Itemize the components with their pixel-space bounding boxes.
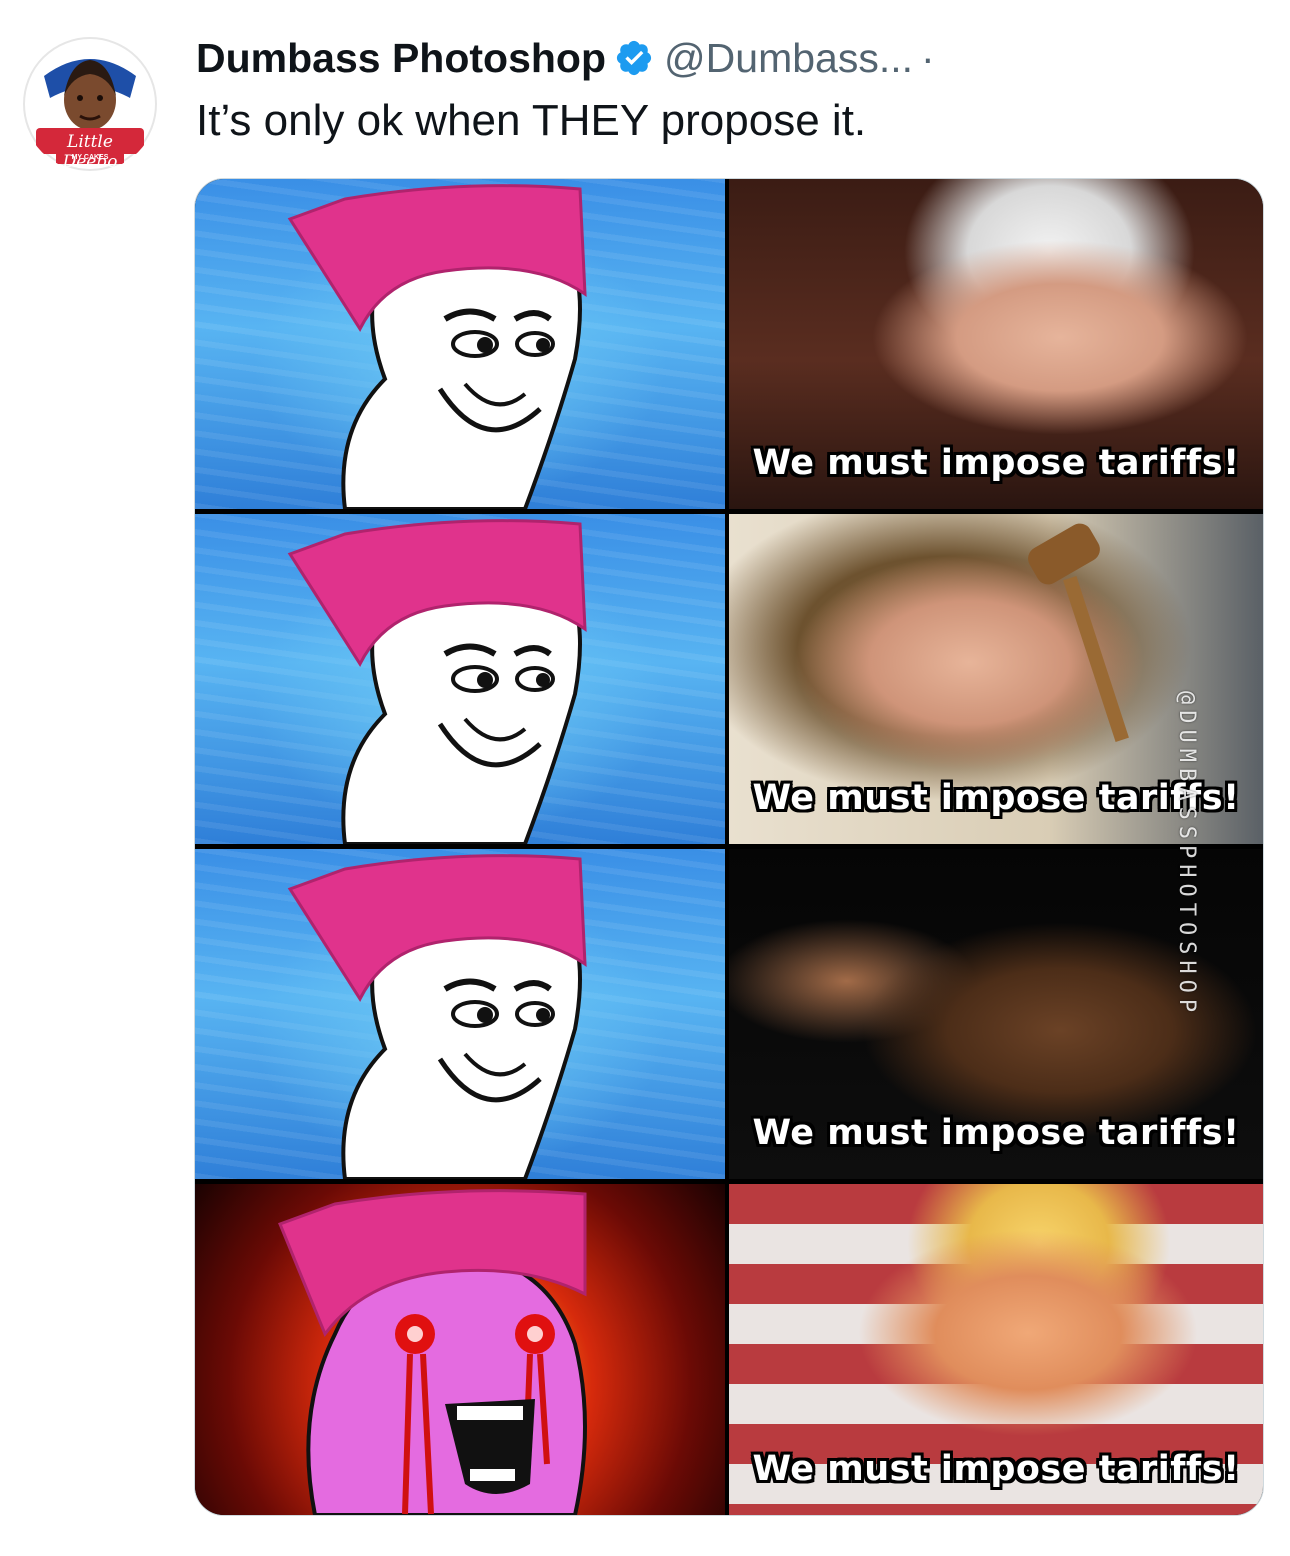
photo-panel-4: We must impose tariffs!	[729, 1184, 1263, 1515]
watermark-text: @DUMBASSPHOTOSHOP	[1174, 691, 1199, 1019]
wojak-smug-panel-2	[195, 514, 725, 844]
caption-4: We must impose tariffs!	[752, 1449, 1240, 1489]
photo-panel-1: We must impose tariffs!	[729, 179, 1263, 509]
tweet-header: Dumbass Photoshop @Dumbass... ·	[196, 32, 935, 84]
caption-3: We must impose tariffs!	[752, 1113, 1240, 1153]
author-avatar[interactable]: Little Deebo MY CAKES	[22, 36, 158, 172]
verified-badge-icon	[614, 38, 654, 78]
author-name[interactable]: Dumbass Photoshop	[196, 32, 606, 84]
wojak-rage-panel	[195, 1184, 725, 1515]
avatar-label: Little Deebo	[62, 132, 118, 172]
caption-1: We must impose tariffs!	[752, 443, 1240, 483]
tweet-text: It’s only ok when THEY propose it.	[196, 96, 867, 145]
tweet-media[interactable]: We must impose tariffs! We must impose t…	[194, 178, 1264, 1516]
author-handle[interactable]: @Dumbass...	[664, 32, 913, 84]
avatar-sublabel: MY CAKES	[71, 154, 109, 161]
wojak-smug-panel-1	[195, 179, 725, 509]
wojak-smug-panel-3	[195, 849, 725, 1179]
separator-dot: ·	[921, 35, 935, 81]
